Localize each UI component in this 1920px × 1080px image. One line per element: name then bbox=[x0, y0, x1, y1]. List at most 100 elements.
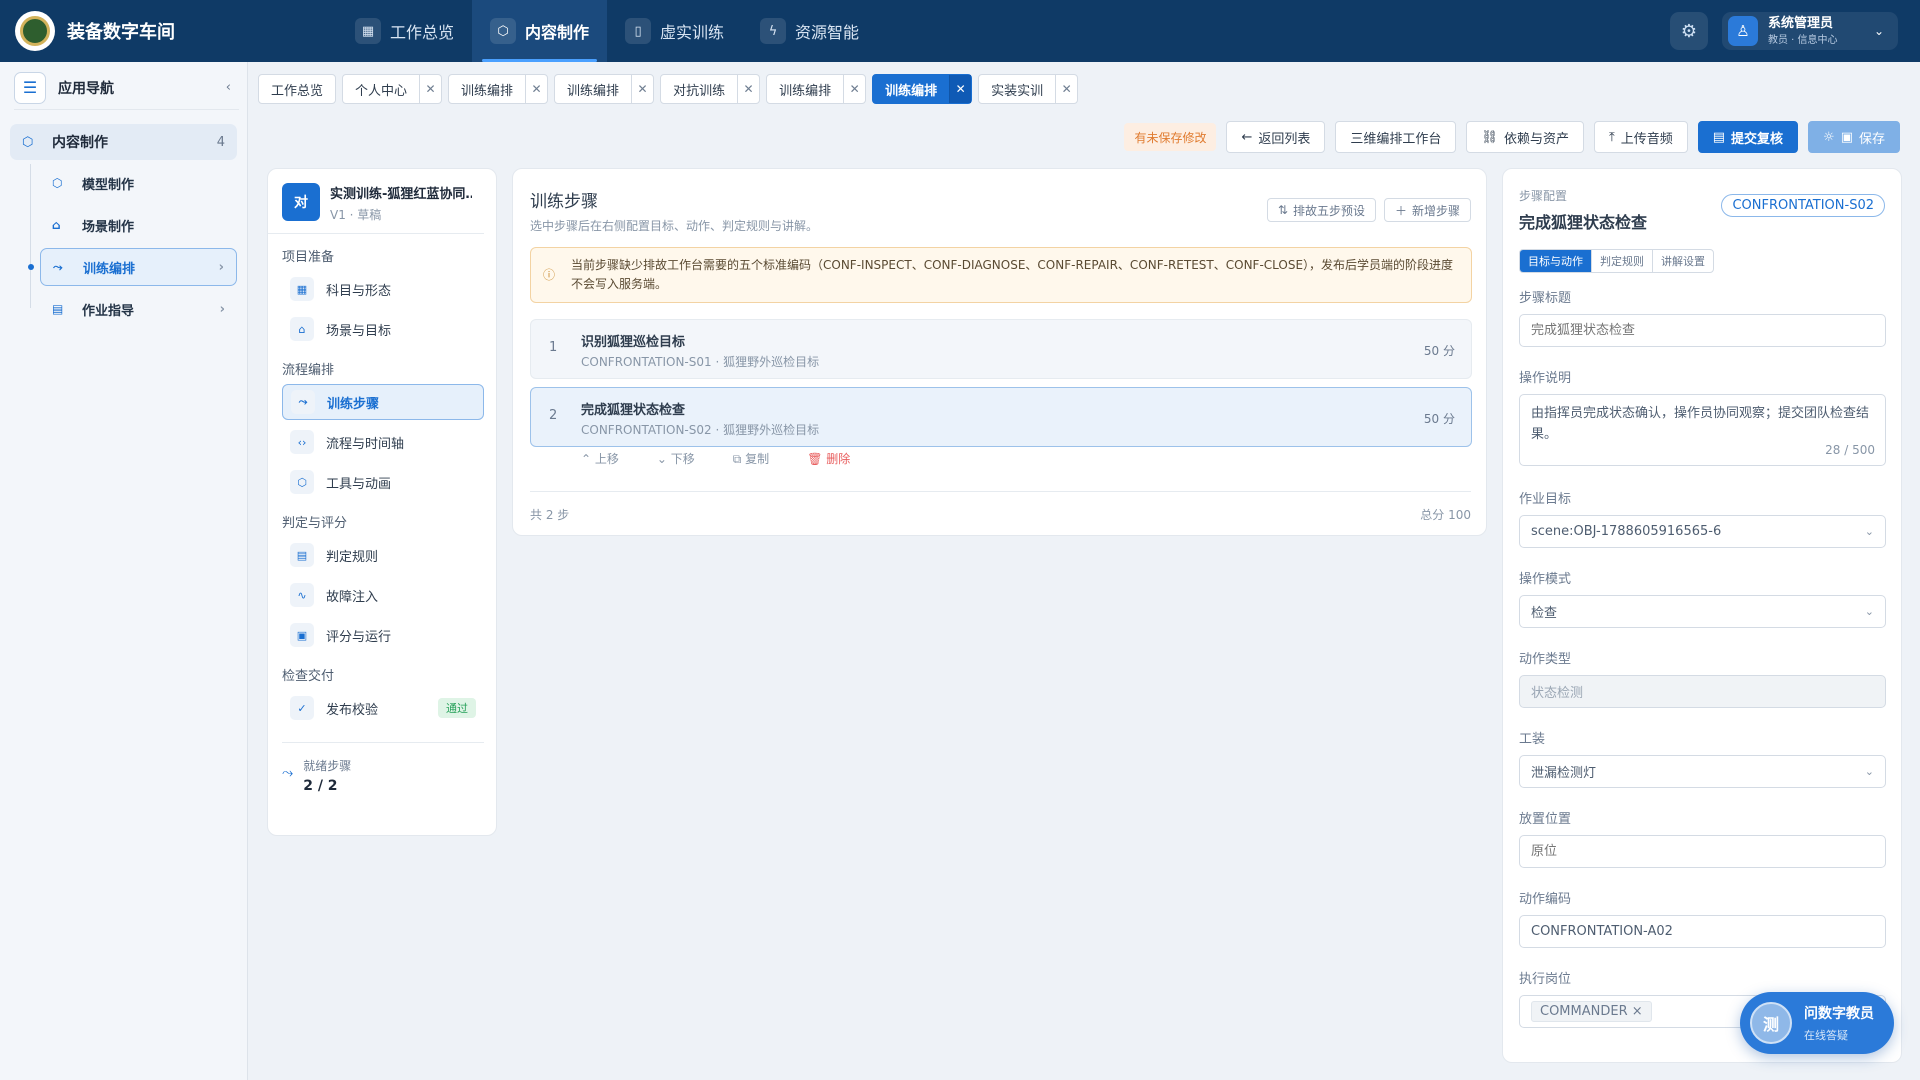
settings-button[interactable]: ⚙ bbox=[1670, 12, 1708, 50]
cube-icon: ⬡ bbox=[22, 134, 34, 150]
upload-label: 上传音频 bbox=[1620, 131, 1673, 147]
user-role: 教员 · 信息中心 bbox=[1768, 35, 1838, 46]
upload-audio-button[interactable]: ⤒ 上传音频 bbox=[1593, 121, 1688, 153]
step-row-selected[interactable]: 2 完成狐狸状态检查 CONFRONTATION-S02 · 狐狸野外巡检目标 … bbox=[530, 387, 1472, 447]
config-tabs: 目标与动作 判定规则 讲解设置 bbox=[1519, 249, 1714, 273]
tab-target-action[interactable]: 目标与动作 bbox=[1520, 250, 1592, 272]
user-avatar-icon: ♙ bbox=[1728, 16, 1758, 46]
position-input[interactable] bbox=[1519, 835, 1886, 868]
user-menu[interactable]: ♙ 系统管理员 教员 · 信息中心 ⌄ bbox=[1722, 12, 1898, 50]
step-row[interactable]: 1 识别狐狸巡检目标 CONFRONTATION-S01 · 狐狸野外巡检目标 … bbox=[530, 319, 1472, 379]
field-label: 放置位置 bbox=[1519, 812, 1572, 827]
deps-button[interactable]: ⛓ 依赖与资产 bbox=[1466, 121, 1584, 153]
sidebar-item-model[interactable]: ⬡ 模型制作 bbox=[40, 164, 237, 202]
step-count: 共 2 步 bbox=[530, 508, 570, 522]
tab-training-active[interactable]: 训练编排 ✕ bbox=[872, 74, 973, 104]
sidebar-group-content[interactable]: ⬡ 内容制作 4 bbox=[10, 124, 237, 160]
sidebar-item-training[interactable]: ⤳ 训练编排 › bbox=[28, 248, 237, 286]
workbench-label: 三维编排工作台 bbox=[1350, 131, 1442, 147]
topnav-training[interactable]: ▯ 虚实训练 bbox=[607, 0, 742, 62]
nav-rules[interactable]: ▤ 判定规则 bbox=[282, 537, 484, 573]
step-number: 2 bbox=[549, 408, 558, 423]
action-code-input[interactable]: CONFRONTATION-A02 bbox=[1519, 915, 1886, 948]
target-value: scene:OBJ-1788605916565-6 bbox=[1531, 524, 1722, 539]
topnav-label: 资源智能 bbox=[795, 23, 860, 42]
code-icon: ‹› bbox=[290, 430, 314, 454]
nav-timeline[interactable]: ‹› 流程与时间轴 bbox=[282, 424, 484, 460]
sidebar-item-label: 作业指导 bbox=[82, 303, 135, 319]
save-label: 保存 bbox=[1858, 131, 1885, 147]
target-select[interactable]: scene:OBJ-1788605916565-6 ⌄ bbox=[1519, 515, 1886, 548]
nav-scene-target[interactable]: ⌂ 场景与目标 bbox=[282, 311, 484, 347]
close-icon[interactable]: ✕ bbox=[631, 75, 653, 103]
sidebar-item-label: 模型制作 bbox=[82, 177, 135, 193]
close-icon[interactable]: ✕ bbox=[1055, 75, 1077, 103]
gear-icon: ⚙ bbox=[1680, 20, 1698, 42]
nav-subject[interactable]: ▦ 科目与形态 bbox=[282, 271, 484, 307]
assistant-avatar: 测 bbox=[1750, 1002, 1792, 1044]
delete-button[interactable]: 🗑 删除 bbox=[807, 450, 850, 467]
nav-label: 场景与目标 bbox=[326, 323, 392, 339]
topnav-overview[interactable]: ▦ 工作总览 bbox=[337, 0, 472, 62]
sidebar-header: ☰ 应用导航 ‹ bbox=[14, 66, 239, 110]
nav-tools-animation[interactable]: ⬡ 工具与动画 bbox=[282, 464, 484, 500]
mode-select[interactable]: 检查 ⌄ bbox=[1519, 595, 1886, 628]
app-title: 装备数字车间 bbox=[67, 22, 175, 43]
assistant-button[interactable]: 测 问数字教员 在线答疑 bbox=[1740, 992, 1894, 1054]
tool-select[interactable]: 泄漏检测灯 ⌄ bbox=[1519, 755, 1886, 788]
tab-profile[interactable]: 个人中心 ✕ bbox=[342, 74, 443, 104]
top-nav: ▦ 工作总览 ⬡ 内容制作 ▯ 虚实训练 ϟ 资源智能 bbox=[337, 0, 877, 62]
nav-training-steps[interactable]: ⤳ 训练步骤 bbox=[282, 384, 484, 420]
save-button[interactable]: ☼ ▣ 保存 bbox=[1808, 121, 1900, 153]
sidebar-item-scene[interactable]: ⌂ 场景制作 bbox=[40, 206, 237, 244]
tab-label: 对抗训练 bbox=[673, 83, 726, 99]
move-down-button[interactable]: ⌄ 下移 bbox=[657, 450, 695, 467]
close-icon[interactable]: ✕ bbox=[525, 75, 547, 103]
copy-button[interactable]: ⧉ 复制 bbox=[733, 450, 769, 467]
tab-overview[interactable]: 工作总览 bbox=[258, 74, 337, 104]
step-title-input[interactable] bbox=[1519, 314, 1886, 347]
close-icon[interactable]: ✕ bbox=[419, 75, 441, 103]
tab-label: 训练编排 bbox=[567, 83, 620, 99]
close-icon[interactable]: ✕ bbox=[949, 75, 972, 103]
project-header: 对 实测训练-狐狸红蓝协同处置 V1 · 草稿 bbox=[268, 169, 484, 234]
tab-equipment[interactable]: 实装实训 ✕ bbox=[978, 74, 1079, 104]
menu-icon[interactable]: ☰ bbox=[14, 71, 46, 104]
step-score: 50 分 bbox=[1423, 412, 1455, 426]
tab-training-3[interactable]: 训练编排 ✕ bbox=[766, 74, 867, 104]
delete-label: 删除 bbox=[826, 452, 851, 466]
workbench-button[interactable]: 三维编排工作台 bbox=[1335, 121, 1457, 153]
submit-review-button[interactable]: ▤ 提交复核 bbox=[1697, 121, 1799, 153]
preset-button[interactable]: ⇅ 排故五步预设 bbox=[1266, 198, 1376, 222]
tab-training-2[interactable]: 训练编排 ✕ bbox=[554, 74, 655, 104]
nav-scoring[interactable]: ▣ 评分与运行 bbox=[282, 617, 484, 653]
nav-fault-injection[interactable]: ∿ 故障注入 bbox=[282, 577, 484, 613]
move-up-button[interactable]: ⌃ 上移 bbox=[581, 450, 619, 467]
topnav-resource[interactable]: ϟ 资源智能 bbox=[742, 0, 877, 62]
sidebar-item-label: 场景制作 bbox=[82, 219, 135, 235]
tab-explanation[interactable]: 讲解设置 bbox=[1653, 250, 1713, 272]
tab-training-1[interactable]: 训练编排 ✕ bbox=[448, 74, 549, 104]
steps-footer: 共 2 步 总分 100 bbox=[530, 491, 1471, 523]
description-textarea[interactable]: 由指挥员完成状态确认，操作员协同观察；提交团队检查结果。 28 / 500 bbox=[1519, 394, 1886, 466]
close-icon[interactable]: ✕ bbox=[737, 75, 759, 103]
add-step-button[interactable]: ＋ 新增步骤 bbox=[1383, 198, 1471, 222]
sidebar-item-guide[interactable]: ▤ 作业指导 › bbox=[40, 290, 237, 328]
collapse-icon[interactable]: ‹ bbox=[226, 80, 231, 95]
nav-publish-check[interactable]: ✓ 发布校验 通过 bbox=[282, 690, 484, 726]
tab-judge-rules[interactable]: 判定规则 bbox=[1592, 250, 1653, 272]
grid-icon: ▦ bbox=[290, 277, 314, 301]
app-logo bbox=[15, 11, 55, 51]
back-button[interactable]: ← 返回列表 bbox=[1226, 121, 1326, 153]
step-desc: CONFRONTATION-S01 · 狐狸野外巡检目标 bbox=[581, 355, 820, 369]
action-type-field: 状态检测 bbox=[1519, 675, 1886, 708]
topnav-content[interactable]: ⬡ 内容制作 bbox=[472, 0, 608, 62]
tab-confrontation[interactable]: 对抗训练 ✕ bbox=[660, 74, 761, 104]
field-label: 步骤标题 bbox=[1519, 291, 1572, 306]
assistant-status: 在线答疑 bbox=[1804, 1029, 1848, 1042]
top-right: ⚙ ♙ 系统管理员 教员 · 信息中心 ⌄ bbox=[1670, 12, 1898, 50]
tab-label: 实装实训 bbox=[991, 83, 1044, 99]
close-icon[interactable]: × bbox=[1632, 1004, 1643, 1019]
close-icon[interactable]: ✕ bbox=[843, 75, 865, 103]
add-step-label: 新增步骤 bbox=[1411, 203, 1460, 218]
